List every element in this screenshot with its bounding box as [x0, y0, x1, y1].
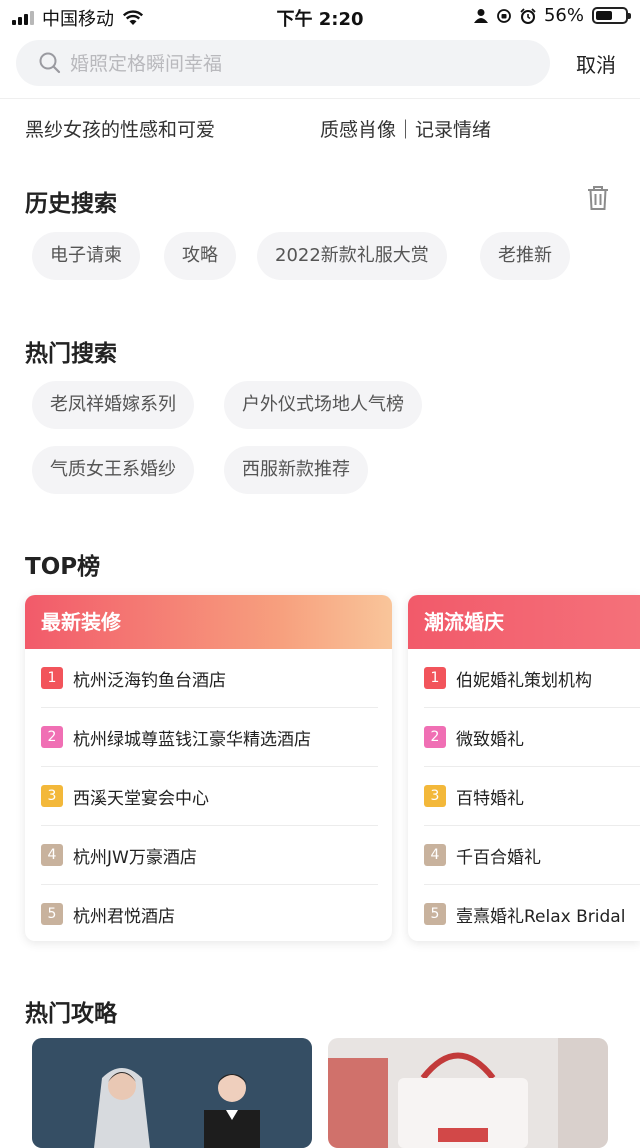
search-input[interactable]: [68, 40, 532, 88]
suggestion-link[interactable]: 质感肖像｜记录情绪: [320, 115, 491, 142]
rank-badge: 1: [41, 667, 63, 689]
rank-badge: 4: [424, 844, 446, 866]
hot-search-title: 热门搜索: [25, 341, 117, 367]
top-card-trendy-wedding: 潮流婚庆 1 伯妮婚礼策划机构 2 微致婚礼 3 百特婚礼 4 千百合婚礼 5 壹熹婚礼R…: [408, 595, 640, 941]
list-item[interactable]: 2 杭州绿城尊蓝钱江豪华精选酒店: [41, 708, 378, 767]
history-chip[interactable]: 攻略: [164, 232, 236, 280]
wedding-photo-image: [32, 1038, 312, 1148]
history-chip[interactable]: 电子请柬: [32, 232, 140, 280]
top-card-list: 1 伯妮婚礼策划机构 2 微致婚礼 3 百特婚礼 4 千百合婚礼 5 壹熹婚礼Relax …: [408, 649, 640, 941]
top-title: TOP榜: [25, 554, 101, 580]
list-item[interactable]: 3 西溪天堂宴会中心: [41, 767, 378, 826]
hot-search-chip[interactable]: 气质女王系婚纱: [32, 446, 194, 494]
hot-guides-title: 热门攻略: [25, 1001, 117, 1027]
list-item-label: 百特婚礼: [456, 788, 524, 809]
header-divider: [0, 98, 640, 99]
list-item[interactable]: 4 杭州JW万豪酒店: [41, 826, 378, 885]
rank-badge: 3: [41, 785, 63, 807]
history-title: 历史搜索: [25, 191, 117, 217]
battery-icon: [592, 7, 631, 24]
hot-search-chip[interactable]: 西服新款推荐: [224, 446, 368, 494]
status-bar: 中国移动 下午 2:20 56%: [0, 0, 640, 34]
rank-badge: 3: [424, 785, 446, 807]
list-item[interactable]: 4 千百合婚礼: [424, 826, 640, 885]
list-item-label: 杭州绿城尊蓝钱江豪华精选酒店: [73, 729, 311, 750]
search-field[interactable]: [16, 40, 550, 88]
list-item[interactable]: 3 百特婚礼: [424, 767, 640, 826]
top-card-latest-renovation: 最新装修 1 杭州泛海钓鱼台酒店 2 杭州绿城尊蓝钱江豪华精选酒店 3 西溪天堂宴会中…: [25, 595, 392, 941]
search-bar: 取消: [0, 38, 640, 88]
list-item-label: 微致婚礼: [456, 729, 524, 750]
list-item[interactable]: 5 杭州君悦酒店: [41, 885, 378, 941]
rank-badge: 2: [424, 726, 446, 748]
hot-search-chip[interactable]: 户外仪式场地人气榜: [224, 381, 422, 429]
list-item-label: 杭州JW万豪酒店: [73, 847, 197, 868]
rotation-lock-icon: [497, 8, 511, 23]
list-item-label: 伯妮婚礼策划机构: [456, 670, 592, 691]
trash-icon[interactable]: [586, 185, 610, 211]
guide-card-gift-bag[interactable]: [328, 1038, 608, 1148]
top-card-title: 潮流婚庆: [408, 595, 640, 649]
list-item-label: 杭州泛海钓鱼台酒店: [73, 670, 226, 691]
history-chip[interactable]: 老推新: [480, 232, 570, 280]
history-chip[interactable]: 2022新款礼服大赏: [257, 232, 447, 280]
list-item[interactable]: 1 伯妮婚礼策划机构: [424, 649, 640, 708]
list-item-label: 壹熹婚礼Relax Bridal: [456, 906, 626, 927]
rank-badge: 5: [41, 903, 63, 925]
top-card-title: 最新装修: [25, 595, 392, 649]
suggestion-link[interactable]: 黑纱女孩的性感和可爱: [25, 115, 215, 142]
cancel-button[interactable]: 取消: [576, 49, 616, 78]
rank-badge: 4: [41, 844, 63, 866]
rank-badge: 2: [41, 726, 63, 748]
gift-bag-image: [328, 1038, 608, 1148]
list-item-label: 杭州君悦酒店: [73, 906, 175, 927]
battery-percent: 56%: [543, 5, 584, 26]
person-icon: [473, 8, 488, 23]
list-item[interactable]: 1 杭州泛海钓鱼台酒店: [41, 649, 378, 708]
rank-badge: 5: [424, 903, 446, 925]
rank-badge: 1: [424, 667, 446, 689]
top-card-list: 1 杭州泛海钓鱼台酒店 2 杭州绿城尊蓝钱江豪华精选酒店 3 西溪天堂宴会中心 4 杭州…: [25, 649, 392, 941]
alarm-icon: [520, 7, 536, 24]
list-item-label: 千百合婚礼: [456, 847, 541, 868]
search-icon: [39, 52, 61, 74]
list-item[interactable]: 2 微致婚礼: [424, 708, 640, 767]
list-item[interactable]: 5 壹熹婚礼Relax Bridal: [424, 885, 640, 941]
guide-card-wedding-photo[interactable]: [32, 1038, 312, 1148]
list-item-label: 西溪天堂宴会中心: [73, 788, 209, 809]
hot-search-chip[interactable]: 老凤祥婚嫁系列: [32, 381, 194, 429]
